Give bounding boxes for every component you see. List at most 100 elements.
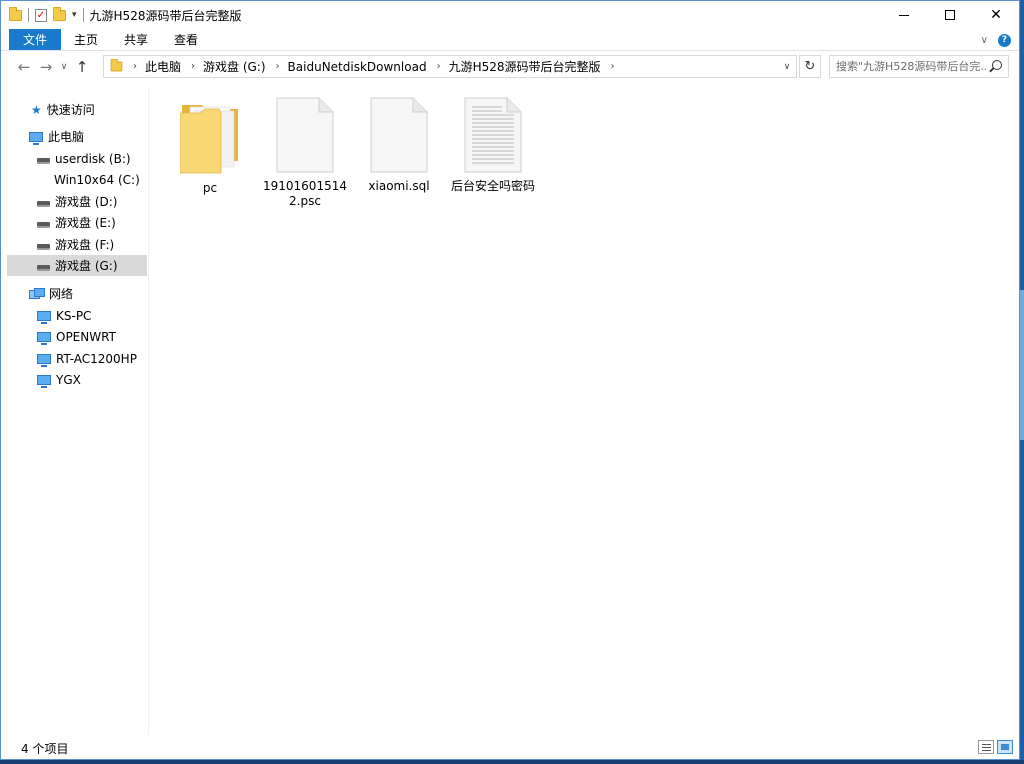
chevron-right-icon[interactable]: › [276,61,280,72]
title-bar: ✓ ▾ 九游H528源码带后台完整版 ✕ [1,1,1019,29]
close-icon: ✕ [990,7,1002,23]
chevron-right-icon[interactable]: › [133,61,137,72]
sidebar-item-label: 此电脑 [48,130,85,144]
file-name: 191016015142.psc [263,179,347,208]
breadcrumb-drive-g[interactable]: 游戏盘 (G:) [203,58,266,75]
file-item-psc[interactable]: 191016015142.psc [261,93,349,213]
refresh-icon: ↻ [804,59,816,74]
file-name: pc [202,181,218,195]
help-icon[interactable]: ? [998,33,1011,47]
computer-icon [37,310,51,324]
sidebar-item-drive-f[interactable]: 游戏盘 (F:) [7,234,147,255]
close-button[interactable]: ✕ [973,1,1019,29]
blank-file-icon [370,97,428,173]
new-folder-icon[interactable] [53,6,66,21]
sidebar-item-label: 游戏盘 (D:) [55,195,118,209]
toolbar-separator [28,8,29,22]
details-view-icon [982,744,991,745]
quick-access-toolbar: ✓ ▾ [1,1,84,29]
sidebar-item-label: 网络 [49,287,74,301]
sidebar-item-quick-access[interactable]: ★ 快速访问 [7,99,147,120]
drive-icon [37,200,50,207]
network-icon [29,288,45,299]
sidebar-item-label: 游戏盘 (G:) [55,259,118,273]
sidebar-item-label: 游戏盘 (E:) [55,216,116,230]
sidebar-item-drive-c[interactable]: Win10x64 (C:) [7,169,147,190]
sidebar-item-network[interactable]: 网络 [7,283,147,304]
sidebar-item-label: RT-AC1200HP [56,351,137,366]
sidebar-item-this-pc[interactable]: 此电脑 [7,126,147,147]
file-name: xiaomi.sql [368,179,430,193]
ribbon-right-controls: ∨ ? [981,29,1011,51]
breadcrumb-this-pc[interactable]: 此电脑 [145,58,181,75]
chevron-right-icon[interactable]: › [191,61,195,72]
drive-icon [37,264,50,271]
tab-share[interactable]: 共享 [111,29,161,50]
sidebar-item-ks-pc[interactable]: KS-PC [7,305,147,326]
sidebar-item-label: YGX [56,372,81,387]
navigation-bar: ← → ∨ ↑ › 此电脑 › 游戏盘 (G:) › BaiduNetdiskD… [1,53,1019,81]
sidebar-item-label: userdisk (B:) [55,151,131,166]
tab-home[interactable]: 主页 [61,29,111,50]
up-arrow-icon[interactable]: ↑ [71,58,93,76]
computer-icon [37,374,51,388]
file-item-password-txt[interactable]: 后台安全吗密码 [449,93,537,213]
star-icon: ★ [31,102,42,117]
large-icons-view-icon [1001,744,1009,750]
details-view-button[interactable] [978,740,994,754]
windows-drive-icon [37,175,49,185]
sidebar-item-label: KS-PC [56,308,92,323]
sidebar-item-rt-ac1200hp[interactable]: RT-AC1200HP [7,348,147,369]
desktop-edge [1020,0,1024,764]
breadcrumb-current-folder[interactable]: 九游H528源码带后台完整版 [449,58,601,75]
minimize-icon [899,14,909,16]
blank-file-icon [276,97,334,173]
window-controls: ✕ [881,1,1019,29]
drive-icon [37,221,50,228]
maximize-icon [945,10,955,20]
sidebar-item-openwrt[interactable]: OPENWRT [7,326,147,347]
forward-arrow-icon[interactable]: → [35,58,57,76]
properties-icon[interactable]: ✓ [35,8,47,22]
tab-file[interactable]: 文件 [9,29,62,50]
explorer-window: ✓ ▾ 九游H528源码带后台完整版 ✕ 文件 主页 共享 查看 ∨ ? ← →… [0,0,1020,760]
sidebar-item-label: OPENWRT [56,329,116,344]
customize-toolbar-icon[interactable]: ▾ [72,10,77,20]
folder-icon [9,6,22,21]
chevron-right-icon[interactable]: › [437,61,441,72]
sidebar-item-drive-e[interactable]: 游戏盘 (E:) [7,212,147,233]
ribbon-tabs: 文件 主页 共享 查看 ∨ ? [1,29,1019,51]
sidebar-item-label: 游戏盘 (F:) [55,238,115,252]
sidebar-item-drive-b[interactable]: userdisk (B:) [7,148,147,169]
search-box[interactable] [829,55,1009,78]
file-list-area[interactable]: pc 191016015142.psc xiaomi.sql 后台安全吗密码 [151,87,1019,735]
maximize-button[interactable] [927,1,973,29]
search-input[interactable] [836,60,986,73]
back-arrow-icon[interactable]: ← [13,58,35,76]
recent-locations-icon[interactable]: ∨ [57,62,71,72]
refresh-button[interactable]: ↻ [799,55,821,78]
navigation-pane: ★ 快速访问 此电脑 userdisk (B:) Win10x64 (C:) 游… [1,87,149,735]
minimize-button[interactable] [881,1,927,29]
text-document-icon [464,97,522,173]
chevron-right-icon[interactable]: › [611,61,615,72]
tab-view[interactable]: 查看 [161,29,211,50]
sidebar-item-drive-g[interactable]: 游戏盘 (G:) [7,255,147,276]
drive-icon [37,243,50,250]
large-icons-view-button[interactable] [997,740,1013,754]
file-item-pc-folder[interactable]: pc [166,93,254,213]
item-count: 4 个项目 [21,741,69,756]
file-item-xiaomi-sql[interactable]: xiaomi.sql [355,93,443,213]
computer-icon [37,353,51,367]
address-dropdown-icon[interactable]: ∨ [778,56,796,77]
address-bar[interactable]: › 此电脑 › 游戏盘 (G:) › BaiduNetdiskDownload … [103,55,797,78]
expand-ribbon-icon[interactable]: ∨ [981,35,988,46]
computer-icon [29,131,43,145]
breadcrumb-baidunetdisk[interactable]: BaiduNetdiskDownload [288,60,427,74]
sidebar-item-label: 快速访问 [46,103,95,117]
search-icon[interactable] [992,60,1002,70]
sidebar-item-drive-d[interactable]: 游戏盘 (D:) [7,191,147,212]
view-toggle [978,740,1013,754]
sidebar-item-ygx[interactable]: YGX [7,369,147,390]
folder-icon [110,58,123,72]
